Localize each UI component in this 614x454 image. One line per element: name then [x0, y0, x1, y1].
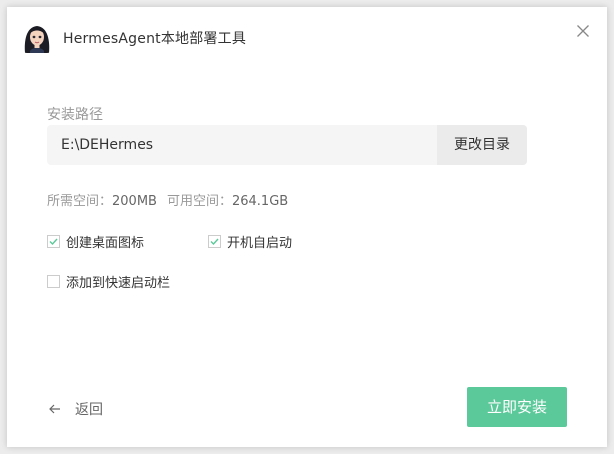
available-space-label: 可用空间：	[166, 194, 232, 209]
title-bar: HermesAgent本地部署工具	[7, 7, 607, 67]
autostart-option[interactable]: 开机自启动	[208, 232, 292, 251]
arrow-left-icon	[47, 401, 63, 417]
checkbox-checked[interactable]	[47, 235, 60, 248]
close-icon[interactable]	[573, 21, 593, 41]
required-space-value: 200MB	[112, 194, 157, 209]
available-space-value: 264.1GB	[231, 194, 289, 209]
girl-avatar-icon	[21, 21, 53, 53]
create-desktop-icon-option[interactable]: 创建桌面图标	[47, 232, 144, 251]
back-button[interactable]: 返回	[47, 399, 103, 419]
quick-launch-option[interactable]: 添加到快速启动栏	[47, 272, 170, 291]
option-label: 开机自启动	[227, 236, 293, 251]
installer-window: HermesAgent本地部署工具 安装路径 更改目录 所需空间：200MB 可用…	[7, 7, 607, 447]
required-space-label: 所需空间：	[47, 194, 113, 209]
install-now-button[interactable]: 立即安装	[467, 387, 567, 427]
install-path-label: 安装路径	[47, 107, 103, 123]
space-info: 所需空间：200MB 可用空间：264.1GB	[47, 190, 288, 209]
change-directory-button[interactable]: 更改目录	[437, 125, 527, 165]
checkbox-checked[interactable]	[208, 235, 221, 248]
back-label: 返回	[75, 402, 103, 418]
install-path-field: 更改目录	[47, 125, 527, 165]
window-title: HermesAgent本地部署工具	[63, 31, 247, 47]
option-label: 创建桌面图标	[66, 236, 145, 251]
option-label: 添加到快速启动栏	[66, 276, 171, 291]
install-path-input[interactable]	[47, 125, 435, 165]
checkbox-unchecked[interactable]	[47, 275, 60, 288]
